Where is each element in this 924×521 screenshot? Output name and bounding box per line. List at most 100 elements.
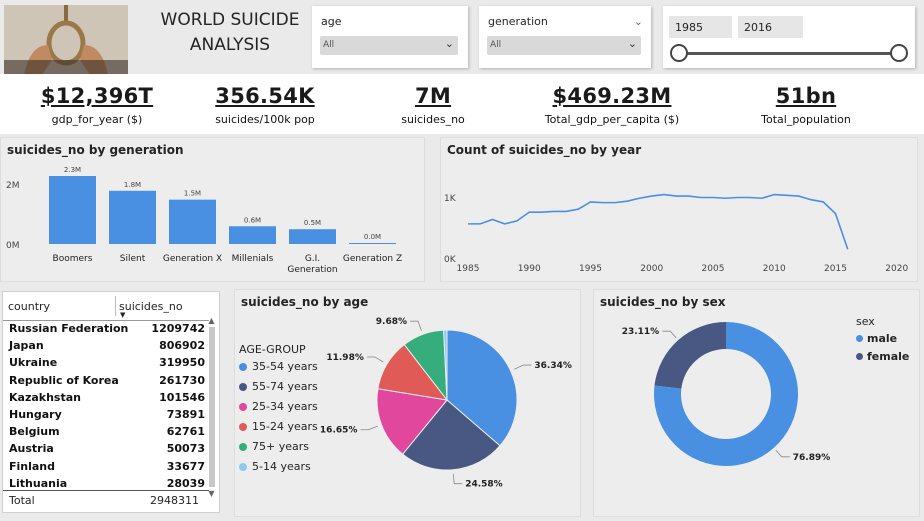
bar [49, 176, 96, 244]
table-row[interactable]: Belgium 62761 [5, 423, 209, 440]
bar [109, 190, 156, 244]
table-header-country[interactable]: country [8, 300, 50, 313]
table-total-label: Total [9, 494, 35, 507]
generation-chart: suicides_no by generation 2M 0M 2.3M Boomer… [0, 137, 425, 282]
table-total-value: 2948311 [150, 494, 199, 507]
age-slicer[interactable]: age All ⌄ [312, 6, 468, 68]
bar-data-label: 0.5M [304, 219, 321, 227]
country-table: country suicides_no ▼ Russian Federation… [2, 291, 220, 513]
kpi-value: $469.23M [552, 84, 672, 108]
year-chart-svg: 1K 0K1985 1990 1995 2000 2005 2010 2015 2020 [444, 193, 908, 274]
age-dropdown[interactable]: All ⌄ [320, 36, 458, 55]
suicides-cell: 319950 [159, 356, 205, 370]
year-start-box[interactable]: 1985 [669, 16, 732, 38]
generation-slicer-label: generation [488, 15, 548, 28]
age-chart: suicides_no by age AGE-GROUP 35-54 years… [234, 289, 581, 517]
table-row[interactable]: Ukraine 319950 [5, 354, 209, 371]
bar-data-label: 1.8M [124, 181, 141, 189]
country-cell: Japan [9, 339, 44, 353]
table-row[interactable]: Russian Federation 1209742 [5, 320, 209, 337]
x-tick-label: Silent [120, 254, 146, 264]
x-tick-label: 1985 [457, 264, 480, 274]
page-title: WORLD SUICIDE ANALYSIS [135, 8, 325, 58]
bar [169, 199, 216, 244]
leader-line [662, 330, 677, 339]
x-tick-label: 1990 [518, 264, 541, 274]
page-title-line2: ANALYSIS [189, 35, 271, 55]
header-image [4, 5, 128, 75]
country-cell: Austria [9, 442, 54, 456]
x-tick-label: Millenials [232, 254, 274, 264]
x-tick-label: Generation [287, 265, 337, 275]
table-row[interactable]: Republic of Korea 261730 [5, 372, 209, 389]
bar [349, 243, 396, 244]
x-tick-label: 2010 [763, 264, 786, 274]
generation-dropdown[interactable]: All ⌄ [487, 36, 641, 55]
leader-line [410, 320, 422, 331]
table-row[interactable]: Austria 50073 [5, 440, 209, 457]
y-tick-label: 0K [444, 255, 457, 265]
x-tick-label: 2000 [640, 264, 663, 274]
x-tick-label: 2015 [824, 264, 847, 274]
suicides-cell: 101546 [159, 390, 205, 404]
table-header-suicides-no[interactable]: suicides_no [119, 300, 183, 313]
kpi-value: 51bn [775, 84, 837, 108]
kpi-card: $469.23M Total_gdp_per_capita ($) [522, 84, 702, 126]
scroll-up-icon[interactable]: ▲ [207, 316, 216, 325]
bar-data-label: 0.6M [244, 216, 261, 224]
table-row[interactable]: Kazakhstan 101546 [5, 389, 209, 406]
page-title-line1: WORLD SUICIDE [160, 10, 300, 30]
slice-data-label: 76.89% [793, 453, 831, 463]
generation-slicer[interactable]: generation ⌄ All ⌄ [479, 6, 651, 68]
slice-data-label: 9.68% [376, 317, 407, 327]
kpi-label: suicides_no [401, 113, 465, 126]
generation-dropdown-value: All [490, 40, 502, 50]
leader-line [452, 473, 463, 485]
scroll-down-icon[interactable]: ▼ [207, 489, 216, 498]
x-tick-label: 2020 [885, 264, 908, 274]
kpi-value: 7M [414, 84, 452, 108]
kpi-card: 7M suicides_no [343, 84, 523, 126]
chevron-down-icon: ⌄ [633, 15, 643, 28]
x-tick-label: 1995 [579, 264, 602, 274]
kpi-card: 51bn Total_population [716, 84, 896, 126]
age-pie-svg: 36.34% 24.58% 16.65% 11.98% 9.68% [320, 317, 572, 490]
leader-line [514, 364, 532, 370]
table-row[interactable]: Finland 33677 [5, 458, 209, 475]
kpi-value: $12,396T [40, 84, 154, 108]
country-cell: Hungary [9, 408, 62, 422]
table-row[interactable]: Hungary 73891 [5, 406, 209, 423]
bar-data-label: 0.0M [364, 233, 381, 241]
age-dropdown-value: All [323, 40, 335, 50]
leader-line [775, 449, 790, 458]
suicides-cell: 50073 [166, 442, 205, 456]
year-slider-start-handle[interactable] [670, 44, 688, 62]
kpi-card: 356.54K suicides/100k pop [175, 84, 355, 126]
table-total-divider [3, 490, 209, 491]
suicides-cell: 806902 [159, 339, 205, 353]
age-slicer-label: age [321, 15, 342, 28]
year-slider-track[interactable] [678, 52, 900, 55]
x-tick-label: Generation X [163, 254, 222, 264]
suicides-cell: 62761 [166, 425, 205, 439]
rope-hands-image [4, 5, 128, 75]
x-tick-label: Generation Z [343, 254, 402, 264]
table-scrollbar[interactable]: ▲ ▼ [207, 316, 216, 500]
table-row[interactable]: Japan 806902 [5, 337, 209, 354]
country-cell: Republic of Korea [9, 373, 119, 387]
bar-data-label: 2.3M [64, 166, 81, 174]
country-table-body: Russian Federation 1209742 Japan 806902 Ukra… [5, 320, 209, 492]
year-slicer[interactable]: 1985 2016 [663, 6, 915, 68]
year-slider-end-handle[interactable] [890, 44, 908, 62]
suicides-cell: 261730 [159, 373, 205, 387]
leader-line [366, 356, 384, 363]
series-line [468, 193, 849, 250]
chevron-down-icon: ⌄ [444, 37, 454, 50]
kpi-label: Total_gdp_per_capita ($) [544, 113, 680, 126]
scroll-thumb[interactable] [208, 327, 215, 487]
chevron-down-icon: ⌄ [627, 37, 637, 50]
kpi-value: 356.54K [215, 84, 315, 108]
x-tick-label: G.I. [305, 254, 320, 264]
x-tick-label: 2005 [702, 264, 725, 274]
year-end-box[interactable]: 2016 [738, 16, 803, 38]
